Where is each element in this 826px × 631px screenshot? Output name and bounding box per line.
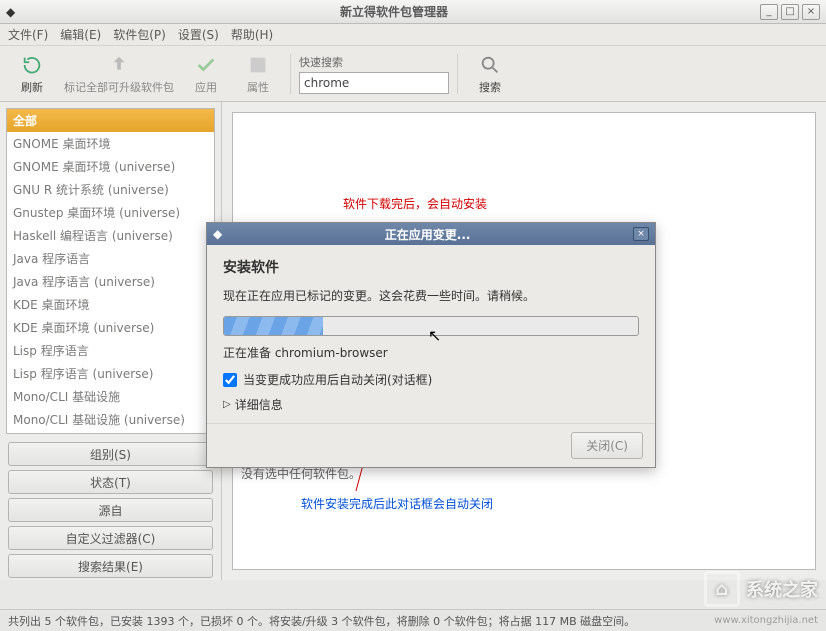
dialog-titlebar[interactable]: ◆ 正在应用变更... × [207, 223, 655, 245]
category-header-all[interactable]: 全部 [7, 109, 214, 132]
properties-icon [246, 53, 270, 77]
maximize-button[interactable]: □ [781, 4, 799, 20]
dialog-close-btn: 关闭(C) [571, 432, 643, 459]
details-expander[interactable]: ▷ 详细信息 [223, 396, 639, 413]
titlebar-icon: ◆ [6, 5, 28, 19]
category-item[interactable]: Haskell 编程语言 (universe) [7, 224, 214, 247]
dialog-message: 现在正在应用已标记的变更。这会花费一些时间。请稍候。 [223, 287, 639, 304]
minimize-button[interactable]: _ [760, 4, 778, 20]
watermark-logo-icon: ⌂ [704, 571, 740, 607]
menubar: 文件(F) 编辑(E) 软件包(P) 设置(S) 帮助(H) [0, 24, 826, 46]
quick-search-label: 快速搜索 [299, 54, 449, 70]
refresh-icon [20, 53, 44, 77]
titlebar: ◆ 新立得软件包管理器 _ □ × [0, 0, 826, 24]
menu-package[interactable]: 软件包(P) [113, 26, 166, 43]
preparing-text: 正在准备 chromium-browser [223, 344, 639, 361]
autoclose-checkbox[interactable] [223, 373, 237, 387]
category-item[interactable]: Java 程序语言 (universe) [7, 270, 214, 293]
category-item[interactable]: Gnustep 桌面环境 (universe) [7, 201, 214, 224]
toolbar-separator [290, 54, 291, 94]
watermark: ⌂ 系统之家 [704, 571, 818, 607]
quick-search-input[interactable] [299, 72, 449, 94]
mouse-cursor-icon: ↖ [428, 326, 441, 345]
triangle-right-icon: ▷ [223, 399, 231, 410]
category-item[interactable]: GNOME 桌面环境 (universe) [7, 155, 214, 178]
apply-changes-dialog: ◆ 正在应用变更... × 安装软件 现在正在应用已标记的变更。这会花费一些时间… [206, 222, 656, 468]
category-item[interactable]: KDE 桌面环境 (universe) [7, 316, 214, 339]
dialog-title: 正在应用变更... [222, 226, 633, 243]
window-buttons: _ □ × [760, 4, 820, 20]
annotation-blue: 软件安装完成后此对话框会自动关闭 [301, 495, 493, 512]
search-button[interactable]: 搜索 [466, 50, 514, 98]
menu-edit[interactable]: 编辑(E) [60, 26, 101, 43]
dialog-close-button[interactable]: × [633, 227, 649, 241]
category-item[interactable]: Lisp 程序语言 [7, 339, 214, 362]
upgrade-icon [107, 53, 131, 77]
close-button[interactable]: × [802, 4, 820, 20]
category-list[interactable]: 全部 GNOME 桌面环境 GNOME 桌面环境 (universe) GNU … [6, 108, 215, 434]
statusbar-watermark-url: www.xitongzhijia.net [714, 615, 818, 626]
category-item[interactable]: KDE 桌面环境 [7, 293, 214, 316]
menu-help[interactable]: 帮助(H) [231, 26, 273, 43]
search-icon [478, 53, 502, 77]
filter-origin-button[interactable]: 源自 [8, 498, 213, 522]
annotation-red: 软件下载完后，会自动安装 [343, 195, 487, 212]
dialog-title-icon: ◆ [213, 227, 222, 241]
category-item[interactable]: Lisp 程序语言 (universe) [7, 362, 214, 385]
category-item[interactable]: Mono/CLI 基础设施 [7, 385, 214, 408]
filter-sections-button[interactable]: 组别(S) [8, 442, 213, 466]
statusbar-text: 共列出 5 个软件包，已安装 1393 个，已损坏 0 个。将安装/升级 3 个… [8, 613, 635, 629]
window-title: 新立得软件包管理器 [28, 3, 760, 20]
quick-search-group: 快速搜索 [299, 54, 449, 94]
category-item[interactable]: Mono/CLI 基础设施 (universe) [7, 408, 214, 431]
filter-custom-button[interactable]: 自定义过滤器(C) [8, 526, 213, 550]
toolbar-separator-2 [457, 54, 458, 94]
toolbar: 刷新 标记全部可升级软件包 应用 属性 快速搜索 搜索 [0, 46, 826, 102]
progress-fill [224, 317, 323, 335]
category-item[interactable]: OCaml 程序设计语言 [7, 431, 214, 434]
watermark-text: 系统之家 [746, 576, 818, 602]
filter-status-button[interactable]: 状态(T) [8, 470, 213, 494]
dialog-heading: 安装软件 [223, 257, 639, 277]
dialog-footer: 关闭(C) [207, 423, 655, 467]
filter-search-results-button[interactable]: 搜索结果(E) [8, 554, 213, 578]
statusbar: 共列出 5 个软件包，已安装 1393 个，已损坏 0 个。将安装/升级 3 个… [0, 609, 826, 631]
autoclose-row: 当变更成功应用后自动关闭(对话框) [223, 371, 639, 388]
autoclose-label: 当变更成功应用后自动关闭(对话框) [243, 371, 432, 388]
category-item[interactable]: GNOME 桌面环境 [7, 132, 214, 155]
category-item[interactable]: Java 程序语言 [7, 247, 214, 270]
properties-button: 属性 [234, 50, 282, 98]
category-item[interactable]: GNU R 统计系统 (universe) [7, 178, 214, 201]
apply-button: 应用 [182, 50, 230, 98]
menu-file[interactable]: 文件(F) [8, 26, 48, 43]
refresh-button[interactable]: 刷新 [8, 50, 56, 98]
menu-settings[interactable]: 设置(S) [178, 26, 219, 43]
apply-icon [194, 53, 218, 77]
mark-all-upgrades-button: 标记全部可升级软件包 [60, 50, 178, 98]
sidebar: 全部 GNOME 桌面环境 GNOME 桌面环境 (universe) GNU … [0, 102, 222, 580]
